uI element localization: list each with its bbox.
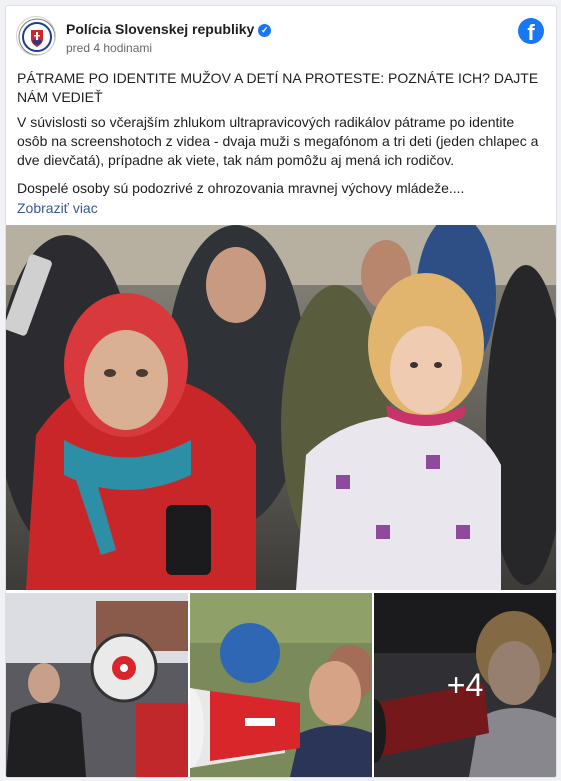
post-body: V súvislosti so včerajším zhlukom ultrap…: [17, 114, 539, 168]
post-body-continued: Dospelé osoby sú podozrivé z ohrozovania…: [17, 180, 465, 196]
see-more-link[interactable]: Zobraziť viac: [17, 199, 98, 218]
post-card: Polícia Slovenskej republiky ✓ pred 4 hod…: [5, 5, 557, 778]
police-badge-avatar[interactable]: [16, 16, 56, 56]
verified-check-icon: ✓: [258, 24, 272, 37]
thumbnail-photo-more[interactable]: +4: [374, 593, 556, 777]
page-name-label: Polícia Slovenskej republiky: [66, 21, 255, 37]
post-timestamp[interactable]: pred 4 hodinami: [66, 41, 152, 55]
post-title: PÁTRAME PO IDENTITE MUŽOV A DETÍ NA PROT…: [17, 70, 539, 105]
main-photo-children-at-protest[interactable]: [6, 225, 556, 590]
thumbnail-photo-1[interactable]: [6, 593, 188, 777]
facebook-icon[interactable]: f: [518, 18, 544, 44]
thumbnail-photo-2[interactable]: [190, 593, 372, 777]
more-photos-count: +4: [374, 593, 556, 777]
page-name-link[interactable]: Polícia Slovenskej republiky ✓: [66, 21, 272, 37]
post-header: Polícia Slovenskej republiky ✓ pred 4 hod…: [16, 16, 546, 56]
